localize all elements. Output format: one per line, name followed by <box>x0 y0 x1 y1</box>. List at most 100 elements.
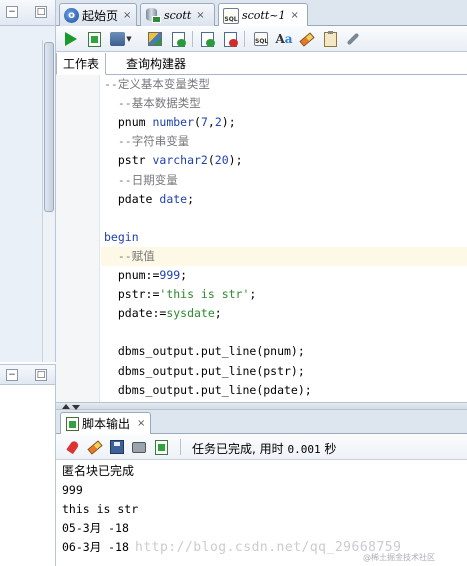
change-case-icon: Aa <box>275 32 293 46</box>
save-output-button[interactable] <box>108 438 126 456</box>
close-icon[interactable]: × <box>123 10 131 21</box>
code-token: ; <box>187 191 195 206</box>
code-line: dbms_output.put_line(pnum); <box>104 342 305 361</box>
status-text: 任务已完成, 用时 <box>192 442 284 456</box>
code-token: 2 <box>214 115 222 130</box>
editor-gutter <box>56 75 100 402</box>
close-icon[interactable]: × <box>137 418 145 429</box>
code-token: ); <box>221 115 236 130</box>
toolbar-separator <box>192 31 193 47</box>
code-token: --字符串变量 <box>104 134 190 149</box>
print-output-button[interactable] <box>130 438 148 456</box>
maximize-button-2[interactable]: □ <box>35 369 47 381</box>
sql-worksheet-icon: SQL <box>223 7 239 24</box>
eraser-icon <box>87 439 103 455</box>
tools-button[interactable] <box>344 30 362 48</box>
sql-history-button[interactable] <box>321 30 339 48</box>
code-token: date <box>159 191 188 206</box>
code-token: number <box>152 115 195 130</box>
commit-check-icon <box>200 31 215 47</box>
elapsed-time: 0.001 <box>287 443 321 456</box>
left-scrollbar-thumb[interactable] <box>44 42 54 212</box>
code-token: ( <box>207 153 215 168</box>
code-token: pstr:= <box>104 287 160 302</box>
tab-scott[interactable]: scott × <box>140 3 215 26</box>
explain-plan-icon <box>148 32 162 46</box>
tab-query-builder[interactable]: 查询构建器 <box>120 53 192 75</box>
code-token: 'this is str' <box>159 287 250 302</box>
output-line: 05-3月 -18 <box>62 521 129 535</box>
sql-tuning-button[interactable]: SQL <box>252 30 270 48</box>
code-line: pstr varchar2(20); <box>104 151 243 170</box>
code-token: ; <box>214 306 222 321</box>
minimize-button-2[interactable]: − <box>6 369 18 381</box>
tab-worksheet[interactable]: 工作表 <box>56 53 107 75</box>
run-statement-button[interactable] <box>62 30 80 48</box>
run-script-output-button[interactable] <box>152 438 170 456</box>
worksheet-toolbar: ▼ SQL Aa <box>56 26 467 52</box>
chevron-down-icon: ▼ <box>126 35 132 43</box>
code-line: pnum number(7,2); <box>104 113 236 132</box>
code-token: pnum:= <box>104 268 160 282</box>
change-case-button[interactable]: Aa <box>275 30 293 48</box>
close-icon[interactable]: × <box>196 10 204 21</box>
output-line: 匿名块已完成 <box>62 464 135 478</box>
save-icon <box>110 440 124 454</box>
maximize-button[interactable]: □ <box>35 6 47 18</box>
panel-splitter[interactable] <box>56 402 467 410</box>
left-scrollbar[interactable] <box>42 40 55 362</box>
connections-panel-header: − □ <box>0 0 55 26</box>
code-token: ; <box>180 268 188 282</box>
code-token: dbms_output.put_line(pdate); <box>104 382 312 397</box>
watermark: http://blog.csdn.net/qq_29668759 <box>135 540 402 555</box>
code-line: --日期变量 <box>104 171 178 190</box>
tab-script-output[interactable]: 脚本输出 × <box>60 412 152 434</box>
code-token: varchar2 <box>152 153 208 168</box>
code-token: ); <box>228 153 243 168</box>
explain-plan-button[interactable] <box>146 30 164 48</box>
code-token: dbms_output.put_line(pstr); <box>104 363 305 378</box>
code-token: pnum <box>104 115 153 130</box>
code-token: --日期变量 <box>104 172 178 187</box>
rollback-button[interactable] <box>221 30 239 48</box>
tab-label: scott~1 <box>242 9 286 22</box>
run-script-icon <box>154 439 168 455</box>
close-icon[interactable]: × <box>290 10 298 21</box>
code-token: --赋值 <box>104 248 155 263</box>
tab-label: 起始页 <box>82 8 119 23</box>
output-line: 06-3月 -18 <box>62 540 129 554</box>
clear-output-button[interactable] <box>86 438 104 456</box>
output-line: this is str <box>62 502 139 516</box>
database-connection-icon <box>145 7 161 23</box>
toolbar-separator <box>244 31 245 47</box>
code-line: dbms_output.put_line(pstr); <box>104 362 305 381</box>
output-line: 999 <box>62 483 83 497</box>
run-script-button[interactable] <box>85 30 103 48</box>
commit-dropdown-button[interactable]: ▼ <box>108 30 134 48</box>
code-line: pdate:=sysdate; <box>104 304 222 323</box>
code-token: --基本数据类型 <box>104 96 201 111</box>
connections-panel: − □ <box>0 0 56 362</box>
run-icon <box>65 32 77 46</box>
tab-start-page[interactable]: o 起始页 × <box>59 3 137 26</box>
output-tab-bar: 脚本输出 × <box>56 410 467 434</box>
toolbar-separator <box>180 439 181 455</box>
commit-icon <box>110 32 126 46</box>
code-line: begin <box>104 228 139 247</box>
wrench-icon <box>346 32 360 46</box>
worksheet-subtabs: 工作表 查询构建器 <box>56 53 467 75</box>
minimize-button[interactable]: − <box>6 6 18 18</box>
script-output-icon <box>66 416 79 431</box>
tab-scott-1[interactable]: SQL scott~1 × <box>218 3 308 27</box>
autotrace-button[interactable] <box>169 30 187 48</box>
code-token: begin <box>104 229 139 244</box>
freeze-output-button[interactable] <box>64 438 82 456</box>
clear-button[interactable] <box>298 30 316 48</box>
time-unit: 秒 <box>324 442 337 456</box>
task-status: 任务已完成, 用时 0.001 秒 <box>192 440 336 457</box>
code-token: --定义基本变量类型 <box>104 77 210 91</box>
code-editor[interactable]: --定义基本变量类型 --基本数据类型 pnum number(7,2); --… <box>56 75 467 402</box>
code-line: pdate date; <box>104 190 194 209</box>
collapse-up-icon[interactable] <box>62 404 70 409</box>
commit-button[interactable] <box>198 30 216 48</box>
